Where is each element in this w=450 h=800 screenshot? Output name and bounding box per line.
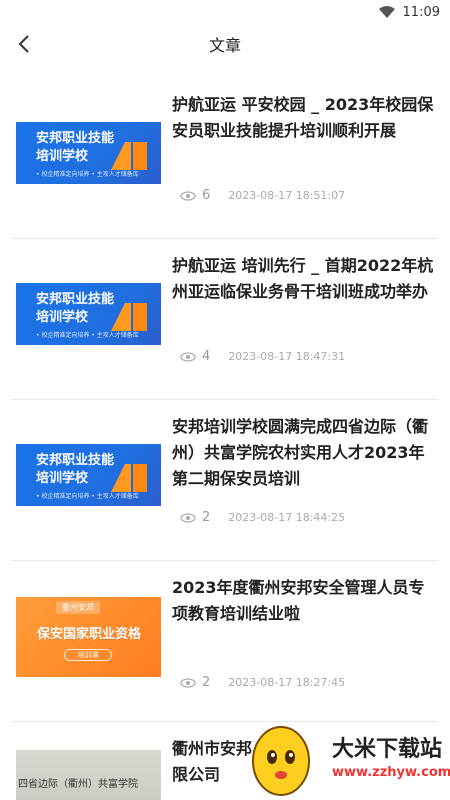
thumbnail-photo-text: 四省边际（衢州）共富学院: [18, 779, 138, 790]
article-thumbnail: 安邦职业技能 培训学校 • 校企精准定向培养 • 主攻人才储备库: [16, 444, 161, 506]
eye-icon: [180, 677, 196, 688]
view-count: 2: [202, 675, 211, 690]
list-item[interactable]: 安邦职业技能 培训学校 • 校企精准定向培养 • 主攻人才储备库 安邦培训学校圆…: [12, 400, 438, 561]
watermark-name: 大米下载站: [332, 737, 443, 762]
article-thumbnail: 四省边际（衢州）共富学院: [16, 750, 161, 800]
chevron-left-icon: [18, 35, 29, 53]
brand-logo-icon: [111, 464, 147, 492]
thumbnail-title: 保安国家职业资格: [36, 627, 141, 642]
article-thumbnail: 衢州安邦 保安国家职业资格 培训课: [16, 597, 161, 677]
article-date: 2023-08-17 18:27:45: [228, 676, 346, 689]
header: 文章: [0, 24, 450, 64]
view-count: 4: [202, 349, 211, 364]
thumbnail-subtitle: • 校企精准定向培养 • 主攻人才储备库: [36, 332, 139, 339]
article-meta: 2 2023-08-17 18:27:45: [180, 675, 345, 690]
thumbnail-title: 安邦职业技能 培训学校: [36, 292, 115, 325]
brand-logo-icon: [111, 303, 147, 331]
mascot-logo-icon: [252, 726, 310, 796]
article-thumbnail: 安邦职业技能 培训学校 • 校企精准定向培养 • 主攻人才储备库: [16, 283, 161, 345]
thumbnail-badge: 衢州安邦: [56, 601, 100, 614]
view-count: 6: [202, 188, 211, 203]
thumbnail-title: 安邦职业技能 培训学校: [36, 453, 115, 486]
status-bar: 11:09: [0, 0, 450, 24]
article-meta: 4 2023-08-17 18:47:31: [180, 349, 345, 364]
thumbnail-subtitle: • 校企精准定向培养 • 主攻人才储备库: [36, 171, 139, 178]
eye-icon: [180, 512, 196, 523]
list-item[interactable]: 安邦职业技能 培训学校 • 校企精准定向培养 • 主攻人才储备库 护航亚运 平安…: [12, 78, 438, 239]
list-item[interactable]: 安邦职业技能 培训学校 • 校企精准定向培养 • 主攻人才储备库 护航亚运 培训…: [12, 239, 438, 400]
article-title: 2023年度衢州安邦安全管理人员专项教育培训结业啦: [172, 578, 425, 623]
brand-logo-icon: [111, 142, 147, 170]
article-date: 2023-08-17 18:44:25: [228, 511, 346, 524]
thumbnail-title: 安邦职业技能 培训学校: [36, 131, 115, 164]
eye-icon: [180, 351, 196, 362]
thumbnail-subtitle: • 校企精准定向培养 • 主攻人才储备库: [36, 493, 139, 500]
view-count: 2: [202, 510, 211, 525]
article-date: 2023-08-17 18:47:31: [228, 350, 346, 363]
back-button[interactable]: [10, 30, 38, 58]
watermark-url: www.zzhyw.com: [332, 765, 450, 780]
thumbnail-pill: 培训课: [64, 649, 112, 661]
article-title: 安邦培训学校圆满完成四省边际（衢州）共富学院农村实用人才2023年第二期保安员培…: [172, 417, 429, 488]
article-meta: 6 2023-08-17 18:51:07: [180, 188, 345, 203]
article-list: 安邦职业技能 培训学校 • 校企精准定向培养 • 主攻人才储备库 护航亚运 平安…: [0, 78, 450, 800]
article-title: 护航亚运 平安校园 _ 2023年校园保安员职业技能提升培训顺利开展: [172, 95, 434, 140]
page-title: 文章: [208, 36, 241, 55]
list-item[interactable]: 衢州安邦 保安国家职业资格 培训课 2023年度衢州安邦安全管理人员专项教育培训…: [12, 561, 438, 722]
article-thumbnail: 安邦职业技能 培训学校 • 校企精准定向培养 • 主攻人才储备库: [16, 122, 161, 184]
article-title: 护航亚运 培训先行 _ 首期2022年杭州亚运临保业务骨干培训班成功举办: [172, 256, 434, 301]
watermark: 大米下载站 www.zzhyw.com: [240, 715, 450, 800]
article-date: 2023-08-17 18:51:07: [228, 189, 346, 202]
article-meta: 2 2023-08-17 18:44:25: [180, 510, 345, 525]
eye-icon: [180, 190, 196, 201]
wifi-icon: [378, 6, 395, 18]
status-time: 11:09: [402, 4, 440, 20]
